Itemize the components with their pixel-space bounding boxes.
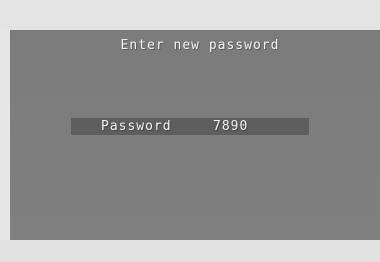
password-label: Password [101, 119, 172, 134]
osd-screen: Enter new password Password 7890 [10, 30, 380, 240]
bottom-border [0, 240, 380, 262]
password-field-row[interactable]: Password 7890 [71, 118, 309, 135]
osd-title: Enter new password [120, 38, 280, 53]
top-border [0, 0, 380, 30]
password-value[interactable]: 7890 [213, 118, 248, 135]
